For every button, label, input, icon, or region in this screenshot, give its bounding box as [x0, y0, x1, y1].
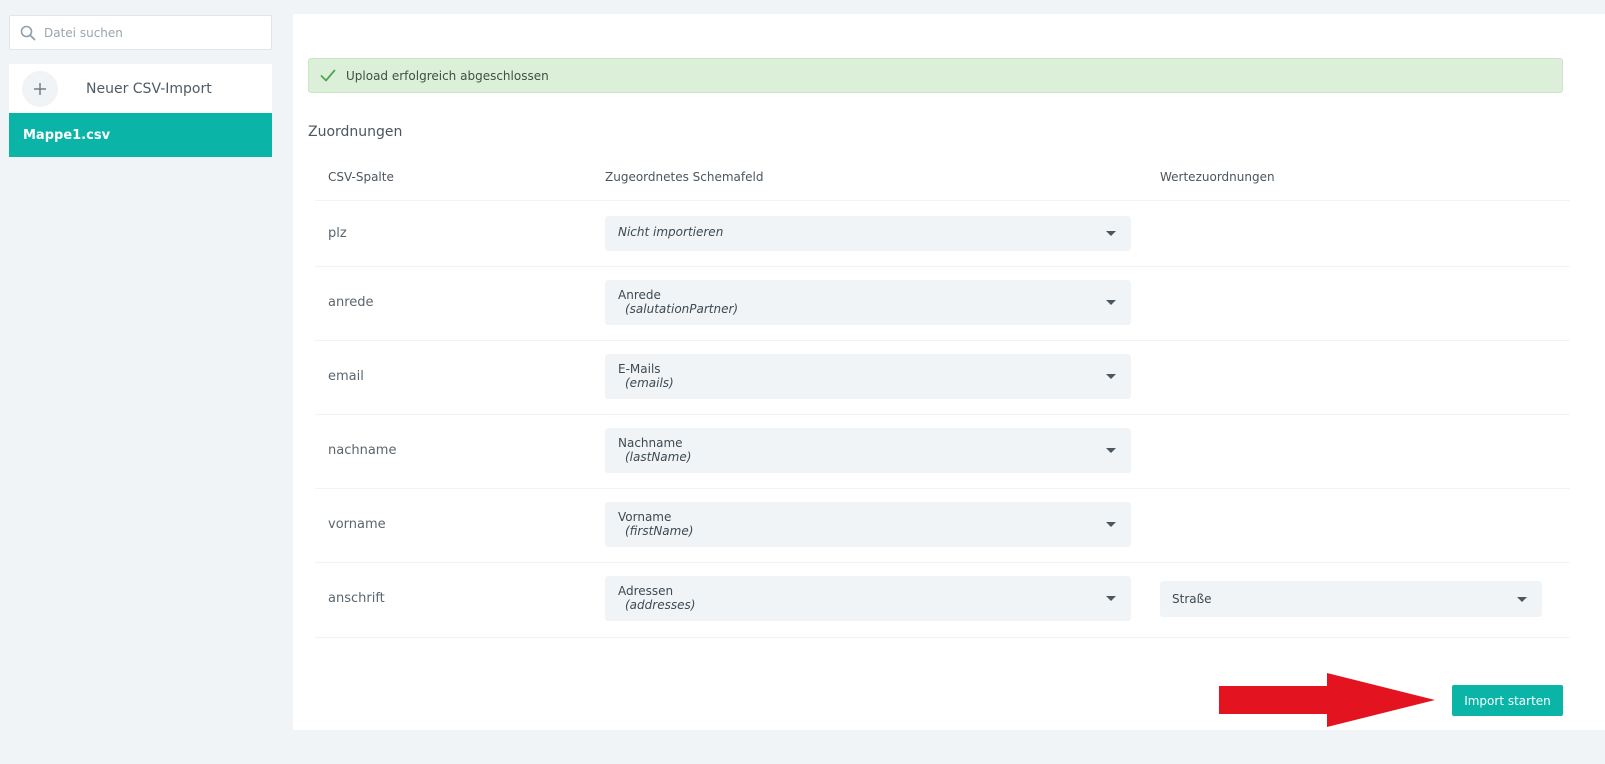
schema-field-select[interactable]: Nicht importieren	[605, 216, 1131, 251]
schema-field-select[interactable]: Anrede (salutationPartner)	[605, 280, 1131, 325]
column-header-schema: Zugeordnetes Schemafeld	[605, 170, 764, 184]
chevron-down-icon	[1106, 300, 1116, 305]
section-title: Zuordnungen	[308, 124, 403, 140]
new-import-label: Neuer CSV-Import	[86, 80, 212, 97]
mapping-row: plz Nicht importieren	[315, 200, 1570, 266]
csv-column-name: nachname	[328, 443, 397, 458]
schema-field-key: (lastName)	[625, 450, 692, 464]
mapping-row: anschrift Adressen (addresses) Straße	[315, 562, 1570, 638]
success-banner: Upload erfolgreich abgeschlossen	[308, 58, 1563, 93]
mapping-row: nachname Nachname (lastName)	[315, 414, 1570, 488]
chevron-down-icon	[1106, 596, 1116, 601]
chevron-down-icon	[1517, 597, 1527, 602]
file-item-label: Mappe1.csv	[23, 127, 111, 143]
schema-field-value: Nicht importieren	[618, 225, 724, 239]
column-header-csv: CSV-Spalte	[328, 170, 394, 184]
schema-field-value: Anrede	[618, 288, 661, 302]
success-message: Upload erfolgreich abgeschlossen	[346, 68, 549, 83]
chevron-down-icon	[1106, 522, 1116, 527]
csv-column-name: anschrift	[328, 591, 385, 606]
mapping-row: anrede Anrede (salutationPartner)	[315, 266, 1570, 340]
schema-field-select[interactable]: Adressen (addresses)	[605, 576, 1131, 621]
start-import-button[interactable]: Import starten	[1452, 685, 1563, 716]
value-mapping-select[interactable]: Straße	[1160, 581, 1542, 617]
search-icon	[20, 25, 36, 40]
mapping-row: vorname Vorname (firstName)	[315, 488, 1570, 562]
csv-column-name: anrede	[328, 295, 374, 310]
new-csv-import-button[interactable]: Neuer CSV-Import	[9, 64, 272, 113]
schema-field-value: Adressen	[618, 584, 674, 598]
chevron-down-icon	[1106, 448, 1116, 453]
chevron-down-icon	[1106, 374, 1116, 379]
check-icon	[320, 69, 336, 82]
column-header-values: Wertezuordnungen	[1160, 170, 1275, 184]
schema-field-value: Vorname	[618, 510, 672, 524]
csv-column-name: vorname	[328, 517, 386, 532]
csv-column-name: email	[328, 369, 364, 384]
main-panel: Upload erfolgreich abgeschlossen Zuordnu…	[293, 14, 1605, 730]
mapping-row: email E-Mails (emails)	[315, 340, 1570, 414]
value-mapping-value: Straße	[1172, 592, 1212, 606]
schema-field-select[interactable]: E-Mails (emails)	[605, 354, 1131, 399]
csv-column-name: plz	[328, 226, 347, 241]
search-input[interactable]	[44, 25, 244, 40]
schema-field-select[interactable]: Nachname (lastName)	[605, 428, 1131, 473]
schema-field-value: E-Mails	[618, 362, 661, 376]
schema-field-key: (emails)	[625, 376, 674, 390]
plus-icon	[22, 70, 58, 107]
file-item-mappe1[interactable]: Mappe1.csv	[9, 113, 272, 157]
schema-field-select[interactable]: Vorname (firstName)	[605, 502, 1131, 547]
arrow-annotation	[1219, 673, 1435, 727]
schema-field-value: Nachname	[618, 436, 683, 450]
schema-field-key: (addresses)	[625, 598, 696, 612]
schema-field-key: (firstName)	[625, 524, 694, 538]
file-search[interactable]	[9, 15, 272, 50]
chevron-down-icon	[1106, 231, 1116, 236]
schema-field-key: (salutationPartner)	[625, 302, 739, 316]
